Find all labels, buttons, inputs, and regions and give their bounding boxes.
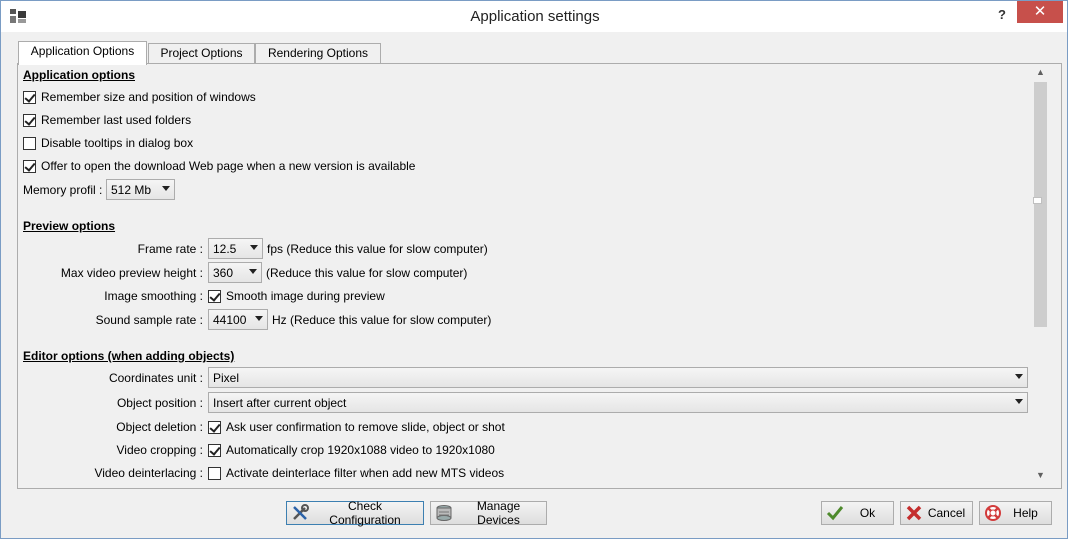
max-height-label: Max video preview height :: [60, 266, 203, 280]
object-deletion-checkbox[interactable]: [208, 420, 221, 434]
help-cross-icon: [985, 505, 1001, 521]
video-cropping-checkbox[interactable]: [208, 443, 221, 457]
chevron-down-icon: [250, 245, 258, 250]
video-cropping-label: Video cropping :: [116, 443, 203, 457]
editor-options-heading: Editor options (when adding objects): [23, 349, 235, 363]
application-options-heading: Application options: [23, 68, 135, 82]
devices-icon: [436, 505, 452, 521]
disable-tooltips-label: Disable tooltips in dialog box: [41, 136, 194, 150]
remember-folders-option[interactable]: Remember last used folders: [23, 112, 191, 128]
scroll-grip-icon: [1033, 197, 1042, 204]
video-deinterlacing-text: Activate deinterlace filter when add new…: [226, 466, 505, 480]
frame-rate-label: Frame rate :: [137, 242, 203, 256]
manage-devices-button[interactable]: Manage Devices: [430, 499, 547, 527]
chevron-down-icon: [162, 186, 170, 191]
object-position-value: Insert after current object: [213, 395, 347, 410]
check-configuration-button[interactable]: Check Configuration: [286, 499, 424, 527]
help-label: Help: [1013, 506, 1038, 520]
image-smoothing-label: Image smoothing :: [104, 289, 203, 303]
chevron-down-icon: [1015, 374, 1023, 379]
object-position-label: Object position :: [116, 396, 203, 410]
image-smoothing-option[interactable]: Smooth image during preview: [208, 288, 385, 304]
vertical-scrollbar[interactable]: ▲ ▼: [1032, 64, 1049, 484]
window-title: Application settings: [470, 8, 600, 25]
offer-download-option[interactable]: Offer to open the download Web page when…: [23, 158, 415, 174]
object-deletion-option[interactable]: Ask user confirmation to remove slide, o…: [208, 419, 505, 435]
remember-windows-checkbox[interactable]: [23, 90, 36, 104]
chevron-down-icon: [249, 269, 257, 274]
video-deinterlacing-checkbox[interactable]: [208, 466, 221, 480]
memory-profil-select[interactable]: 512 Mb: [106, 179, 175, 200]
check-configuration-label: Check Configuration: [329, 499, 401, 527]
check-icon: [826, 506, 844, 521]
max-height-hint: (Reduce this value for slow computer): [266, 266, 468, 280]
tools-icon: [293, 504, 309, 520]
video-deinterlacing-label: Video deinterlacing :: [94, 466, 203, 480]
scroll-up-icon[interactable]: ▲: [1032, 64, 1049, 81]
object-deletion-label: Object deletion :: [116, 420, 203, 434]
coordinates-unit-select[interactable]: Pixel: [208, 367, 1028, 388]
scroll-down-icon[interactable]: ▼: [1032, 467, 1049, 484]
tab-application-options[interactable]: Application Options: [18, 41, 147, 65]
frame-rate-value: 12.5: [213, 241, 237, 256]
video-cropping-option[interactable]: Automatically crop 1920x1088 video to 19…: [208, 442, 495, 458]
memory-profil-label: Memory profil :: [23, 183, 103, 197]
memory-profil-value: 512 Mb: [111, 182, 152, 197]
cancel-button[interactable]: Cancel: [900, 501, 973, 525]
preview-options-heading: Preview options: [23, 219, 116, 233]
max-height-value: 360: [213, 265, 234, 280]
sound-rate-select[interactable]: 44100: [208, 309, 268, 330]
disable-tooltips-checkbox[interactable]: [23, 136, 36, 150]
title-help-button[interactable]: ?: [995, 7, 1009, 25]
sound-rate-hint: Hz (Reduce this value for slow computer): [272, 313, 492, 327]
close-button[interactable]: ✕: [1017, 1, 1063, 23]
manage-devices-label: Manage Devices: [476, 499, 521, 527]
sound-rate-value: 44100: [213, 312, 247, 327]
ok-button[interactable]: Ok: [821, 501, 894, 525]
tab-project-options[interactable]: Project Options: [148, 43, 255, 64]
video-deinterlacing-option[interactable]: Activate deinterlace filter when add new…: [208, 465, 504, 481]
cancel-x-icon: [906, 505, 922, 521]
chevron-down-icon: [255, 316, 263, 321]
frame-rate-select[interactable]: 12.5: [208, 238, 263, 259]
scroll-thumb[interactable]: [1033, 82, 1047, 327]
image-smoothing-checkbox[interactable]: [208, 289, 221, 303]
frame-rate-hint: fps (Reduce this value for slow computer…: [267, 242, 488, 256]
remember-windows-label: Remember size and position of windows: [41, 90, 256, 104]
help-button[interactable]: Help: [979, 501, 1052, 525]
chevron-down-icon: [1015, 399, 1023, 404]
offer-download-label: Offer to open the download Web page when…: [41, 159, 416, 173]
cancel-label: Cancel: [927, 506, 966, 520]
object-deletion-text: Ask user confirmation to remove slide, o…: [226, 420, 505, 434]
coordinates-unit-value: Pixel: [213, 370, 240, 385]
ok-label: Ok: [859, 506, 876, 520]
image-smoothing-text: Smooth image during preview: [226, 289, 385, 303]
remember-windows-option[interactable]: Remember size and position of windows: [23, 89, 256, 105]
sound-rate-label: Sound sample rate :: [95, 313, 203, 327]
title-bar[interactable]: Application settings ? ✕: [1, 1, 1067, 32]
tab-rendering-options[interactable]: Rendering Options: [255, 43, 381, 64]
max-height-select[interactable]: 360: [208, 262, 262, 283]
settings-window: Application settings ? ✕ Application Opt…: [0, 0, 1068, 539]
video-cropping-text: Automatically crop 1920x1088 video to 19…: [226, 443, 495, 457]
offer-download-checkbox[interactable]: [23, 159, 36, 173]
disable-tooltips-option[interactable]: Disable tooltips in dialog box: [23, 135, 193, 151]
object-position-select[interactable]: Insert after current object: [208, 392, 1028, 413]
remember-folders-label: Remember last used folders: [41, 113, 192, 127]
remember-folders-checkbox[interactable]: [23, 113, 36, 127]
coordinates-unit-label: Coordinates unit :: [108, 371, 203, 385]
